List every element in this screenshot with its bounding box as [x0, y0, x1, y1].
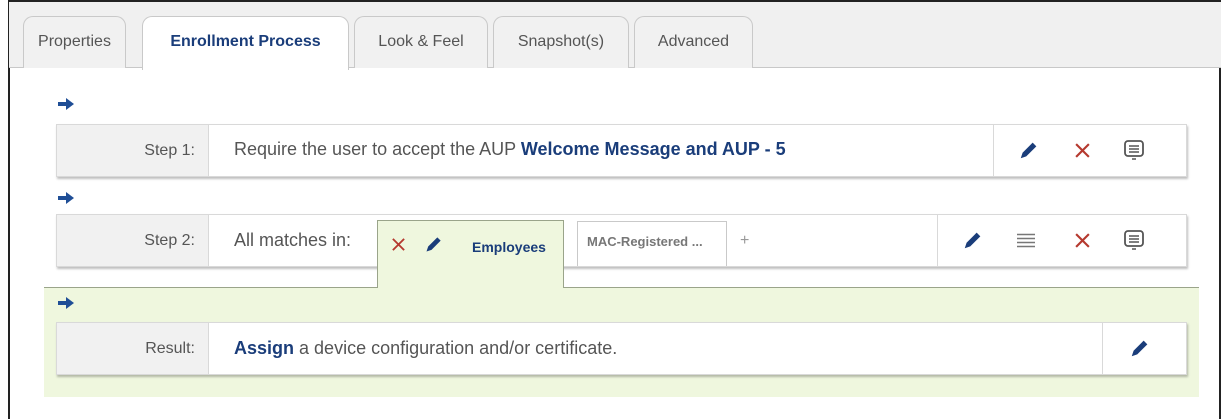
message-icon[interactable] [1122, 138, 1146, 162]
step-2-actions [937, 215, 1188, 266]
step-2-text: All matches in: [234, 230, 352, 250]
step-1-description: Require the user to accept the AUP Welco… [234, 139, 786, 160]
list-icon[interactable] [1016, 232, 1036, 249]
close-icon[interactable] [1074, 142, 1091, 159]
pencil-icon[interactable] [1129, 337, 1151, 359]
tab-bar: Properties Enrollment Process Look & Fee… [9, 2, 1221, 70]
tab-enrollment-process[interactable]: Enrollment Process [142, 16, 349, 70]
result-actions [1102, 323, 1188, 374]
pencil-icon[interactable] [424, 234, 444, 254]
pencil-icon[interactable] [1018, 139, 1040, 161]
pencil-icon[interactable] [962, 229, 984, 251]
close-icon[interactable] [1074, 232, 1091, 249]
result-text: a device configuration and/or certificat… [299, 338, 618, 358]
step-1-actions [993, 125, 1188, 176]
aup-link[interactable]: Welcome Message and AUP - 5 [521, 139, 786, 159]
add-chip-button[interactable]: + [740, 232, 749, 250]
tab-snapshots[interactable]: Snapshot(s) [493, 16, 629, 68]
tab-look-and-feel[interactable]: Look & Feel [354, 16, 488, 68]
arrow-right-icon [58, 98, 74, 110]
arrow-right-icon [58, 192, 74, 204]
tab-advanced[interactable]: Advanced [634, 16, 753, 68]
step-2-label: Step 2: [57, 215, 209, 266]
result-label: Result: [57, 323, 209, 374]
tab-properties[interactable]: Properties [23, 16, 126, 68]
message-icon[interactable] [1122, 228, 1146, 252]
result-action: Assign [234, 338, 295, 358]
result-description: Assign a device configuration and/or cer… [234, 338, 617, 359]
step-1-row: Step 1: Require the user to accept the A… [56, 124, 1187, 177]
chip-employees-label: Employees [472, 239, 546, 255]
result-row: Result: Assign a device configuration an… [56, 322, 1187, 375]
step-1-label: Step 1: [57, 125, 209, 176]
chip-mac-registered[interactable]: MAC-Registered ... [577, 221, 727, 266]
chip-mac-registered-label: MAC-Registered ... [587, 234, 703, 249]
arrow-right-icon [58, 297, 74, 309]
step-1-text: Require the user to accept the AUP [234, 139, 516, 159]
chip-employees[interactable]: Employees [377, 220, 564, 288]
close-icon[interactable] [391, 237, 406, 252]
